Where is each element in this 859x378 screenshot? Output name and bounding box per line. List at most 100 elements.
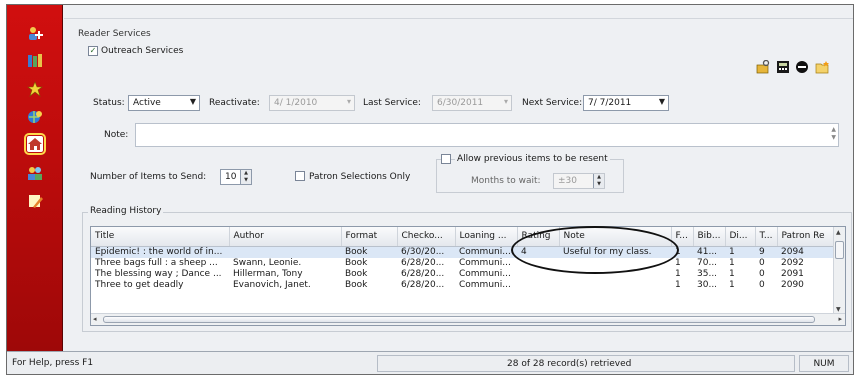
table-cell: 6/28/20... [401, 257, 445, 268]
table-cell: Communi... [459, 279, 511, 290]
table-cell: Three bags full : a sheep ... [95, 257, 218, 268]
home-icon[interactable] [24, 133, 46, 155]
reading-history-title: Reading History [88, 206, 164, 216]
table-cell [229, 246, 341, 258]
table-cell: Book [345, 257, 368, 268]
next-service-date-picker[interactable]: 7/ 7/2011 ▼ [583, 95, 669, 111]
no-entry-icon[interactable] [795, 60, 809, 74]
table-cell: 0 [759, 268, 765, 279]
scroll-up-icon[interactable]: ▲ [836, 229, 841, 236]
note-field[interactable]: ▲ ▼ [135, 123, 839, 147]
app-window: Reader Services ✓ Outreach Services Stat… [6, 4, 854, 375]
next-service-label: Next Service: [522, 98, 583, 108]
horizontal-scrollbar[interactable]: ◂ ▸ [91, 313, 845, 325]
table-cell: 2090 [781, 279, 804, 290]
note-scroll-arrows[interactable]: ▲ ▼ [831, 126, 836, 142]
chevron-down-icon: ▾ [346, 97, 351, 106]
reader-services-panel: Reader Services ✓ Outreach Services Stat… [64, 5, 853, 351]
table-cell: 30... [697, 279, 718, 290]
items-to-send-label: Number of Items to Send: [90, 172, 207, 182]
table-cell: Evanovich, Janet. [233, 279, 311, 290]
table-cell: 2091 [781, 268, 804, 279]
column-header[interactable]: Format [341, 227, 398, 247]
pencil-note-icon[interactable] [27, 193, 43, 209]
outreach-services-checkbox[interactable]: ✓ [88, 46, 98, 56]
stepper-arrows-icon[interactable]: ▲ ▼ [240, 170, 251, 184]
table-cell: 1 [729, 279, 735, 290]
patron-selections-label: Patron Selections Only [309, 172, 411, 182]
top-strip [64, 5, 853, 19]
status-value: Active [133, 98, 161, 108]
table-cell [559, 280, 671, 291]
table-cell: Epidemic! : the world of in... [91, 246, 229, 258]
note-label: Note: [104, 130, 129, 140]
items-to-send-value: 10 [225, 172, 237, 182]
table-cell: Communi... [459, 268, 511, 279]
status-select[interactable]: Active ▼ [128, 95, 200, 111]
table-row[interactable]: Epidemic! : the world of in... Book 6/30… [91, 246, 835, 258]
column-header[interactable]: T... [755, 227, 778, 247]
reactivate-date-picker[interactable]: 4/ 1/2010 ▾ [269, 95, 355, 111]
table-cell: 2094 [777, 246, 835, 258]
chevron-down-icon: ▼ [658, 97, 665, 106]
table-row[interactable]: Three bags full : a sheep ... Swann, Leo… [91, 258, 835, 269]
star-burst-icon[interactable] [27, 81, 43, 97]
outreach-services-label: Outreach Services [101, 46, 184, 56]
months-to-wait-label: Months to wait: [471, 176, 541, 186]
books-icon[interactable] [27, 53, 43, 69]
table-cell: Communi... [455, 246, 517, 258]
record-count-text: 28 of 28 record(s) retrieved [507, 359, 632, 369]
patron-selections-checkbox[interactable] [295, 171, 305, 181]
patron-add-icon[interactable] [27, 25, 43, 41]
scroll-left-icon[interactable]: ◂ [93, 315, 97, 323]
reactivate-label: Reactivate: [209, 98, 260, 108]
stepper-arrows-icon[interactable]: ▲ ▼ [593, 174, 604, 188]
table-cell: Book [341, 246, 397, 258]
table-cell: 6/30/20... [397, 246, 455, 258]
last-service-value: 6/30/2011 [437, 98, 484, 108]
column-header[interactable]: Checko... [397, 227, 456, 247]
table-cell: 1 [725, 246, 755, 258]
table-cell: 0 [759, 257, 765, 268]
allow-previous-checkbox[interactable] [441, 154, 451, 164]
column-header[interactable]: Patron Re [777, 227, 836, 247]
vertical-scrollbar[interactable]: ▲ ▼ [833, 227, 845, 315]
table-row[interactable]: Three to get deadly Evanovich, Janet. Bo… [91, 280, 835, 291]
table-header-row: Title Author Format Checko... Loaning ..… [91, 227, 836, 247]
table-row[interactable]: The blessing way ; Dance ... Hillerman, … [91, 269, 835, 280]
status-bar: For Help, press F1 28 of 28 record(s) re… [7, 351, 853, 374]
last-service-label: Last Service: [363, 98, 421, 108]
column-header[interactable]: Bib... [693, 227, 726, 247]
column-header[interactable]: Title [91, 227, 230, 247]
items-to-send-stepper[interactable]: 10 ▲ ▼ [220, 169, 252, 185]
reactivate-value: 4/ 1/2010 [274, 98, 318, 108]
table-cell: 35... [697, 268, 718, 279]
last-service-date-picker[interactable]: 6/30/2011 ▾ [432, 95, 512, 111]
key-lock-icon[interactable] [756, 59, 770, 74]
table-cell: 1 [729, 268, 735, 279]
chevron-down-icon: ▼ [189, 97, 196, 106]
chevron-down-icon: ▾ [503, 97, 508, 106]
horizontal-scroll-thumb[interactable] [103, 316, 815, 323]
table-cell: 1 [675, 268, 681, 279]
folder-star-icon[interactable] [815, 60, 829, 74]
column-header[interactable]: Loaning ... [455, 227, 518, 247]
reading-history-grid[interactable]: Title Author Format Checko... Loaning ..… [90, 226, 846, 326]
vertical-scroll-thumb[interactable] [835, 241, 844, 259]
table-cell [517, 280, 559, 291]
annotation-circle [511, 226, 679, 274]
reading-history-table: Title Author Format Checko... Loaning ..… [91, 227, 836, 291]
months-to-wait-stepper[interactable]: ±30 ▲ ▼ [553, 173, 605, 189]
scroll-down-icon[interactable]: ▼ [836, 306, 841, 313]
table-cell: 6/28/20... [401, 268, 445, 279]
num-lock-text: NUM [813, 359, 835, 369]
next-service-value: 7/ 7/2011 [588, 98, 632, 108]
people-icon[interactable] [27, 165, 43, 181]
scroll-right-icon[interactable]: ▸ [838, 315, 842, 323]
globe-search-icon[interactable] [27, 109, 43, 125]
table-cell: Book [345, 279, 368, 290]
table-cell: 1 [729, 257, 735, 268]
column-header[interactable]: Author [229, 227, 342, 247]
column-header[interactable]: Di... [725, 227, 756, 247]
calculator-icon[interactable] [776, 60, 790, 74]
